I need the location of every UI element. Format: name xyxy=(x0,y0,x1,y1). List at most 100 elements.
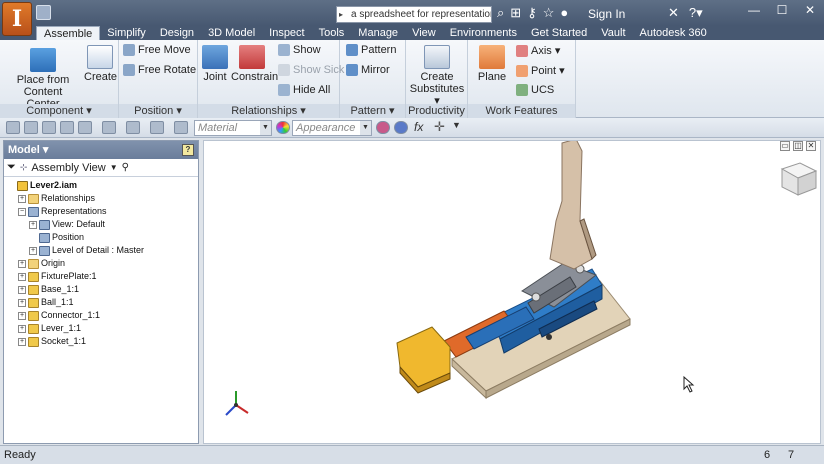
joint-button[interactable]: Joint xyxy=(200,45,230,83)
fx-button[interactable]: fx xyxy=(414,120,423,134)
expand-toggle-icon[interactable]: + xyxy=(18,194,26,203)
pattern-panel-label[interactable]: Pattern ▾ xyxy=(340,104,405,118)
material-combo[interactable]: Material ▼ xyxy=(194,120,272,136)
tab-assemble[interactable]: Assemble xyxy=(36,26,101,40)
tab-get-started[interactable]: Get Started xyxy=(524,26,594,40)
tree-item[interactable]: + Base_1:1 xyxy=(4,283,198,296)
tab-3d-model[interactable]: 3D Model xyxy=(201,26,262,40)
place-from-content-center-button[interactable]: Place from Content Center xyxy=(8,48,78,110)
browser-help-icon[interactable]: ? xyxy=(182,144,194,156)
mirror-button[interactable]: Mirror xyxy=(346,64,390,76)
undo-icon[interactable] xyxy=(60,121,74,134)
position-panel-label[interactable]: Position ▾ xyxy=(119,104,197,118)
save-icon[interactable] xyxy=(42,121,56,134)
maximize-icon[interactable]: ☐ xyxy=(768,0,796,22)
close-icon[interactable]: ✕ xyxy=(796,0,824,22)
tree-item[interactable]: + Socket_1:1 xyxy=(4,335,198,348)
axis-button[interactable]: Axis ▾ xyxy=(516,44,560,57)
ucs-button[interactable]: UCS xyxy=(516,84,554,96)
point-button[interactable]: Point ▾ xyxy=(516,64,565,77)
toolbar-overflow-icon[interactable]: ▼ xyxy=(452,120,461,130)
update-icon[interactable] xyxy=(150,121,164,134)
redo-icon[interactable] xyxy=(78,121,92,134)
create-component-button[interactable]: Create xyxy=(84,45,117,83)
component-panel-label[interactable]: Component ▾ xyxy=(0,104,118,118)
tree-item[interactable]: + Ball_1:1 xyxy=(4,296,198,309)
expand-toggle-icon[interactable]: + xyxy=(18,259,26,268)
expand-toggle-icon[interactable]: + xyxy=(18,272,26,281)
tab-view[interactable]: View xyxy=(405,26,443,40)
help-area: ✕ ?▾ xyxy=(668,5,703,21)
star-icon[interactable]: ☆ xyxy=(543,5,555,21)
mirror-icon xyxy=(346,64,358,76)
tab-manage[interactable]: Manage xyxy=(351,26,405,40)
expand-toggle-icon[interactable]: + xyxy=(18,298,26,307)
find-icon[interactable]: ⚲ xyxy=(122,162,129,173)
appearance-combo[interactable]: Appearance ▼ xyxy=(292,120,372,136)
create-substitutes-button[interactable]: Create Substitutes ▾ xyxy=(408,45,466,107)
tab-inspect[interactable]: Inspect xyxy=(262,26,311,40)
tab-design[interactable]: Design xyxy=(153,26,201,40)
show-sick-button[interactable]: Show Sick xyxy=(278,64,344,76)
hide-all-button[interactable]: Hide All xyxy=(278,84,330,96)
properties-icon[interactable] xyxy=(174,121,188,134)
show-button[interactable]: Show xyxy=(278,44,321,56)
select-icon[interactable] xyxy=(126,121,140,134)
tree-item[interactable]: + Relationships xyxy=(4,192,198,205)
user-icon[interactable]: ● xyxy=(560,5,568,21)
tree-item[interactable]: + Lever_1:1 xyxy=(4,322,198,335)
tab-tools[interactable]: Tools xyxy=(312,26,352,40)
tree-item[interactable]: + Connector_1:1 xyxy=(4,309,198,322)
crosshair-icon[interactable]: ✛ xyxy=(434,119,445,135)
assembly-view-label[interactable]: Assembly View xyxy=(31,162,105,174)
clear-icon[interactable] xyxy=(394,121,408,134)
expand-toggle-icon[interactable]: + xyxy=(18,285,26,294)
expand-toggle-icon[interactable]: + xyxy=(18,324,26,333)
tree-item[interactable]: − Representations xyxy=(4,205,198,218)
binoculars-icon[interactable]: ⌕ xyxy=(497,5,504,21)
browser-title[interactable]: Model ▾ xyxy=(8,144,48,156)
tree-item[interactable]: + Level of Detail : Master xyxy=(4,244,198,257)
open-icon[interactable] xyxy=(24,121,38,134)
print-icon[interactable] xyxy=(102,121,116,134)
exchange-icon[interactable]: ✕ xyxy=(668,5,679,21)
adjust-icon[interactable] xyxy=(376,121,390,134)
expand-toggle-icon[interactable]: + xyxy=(29,246,37,255)
free-move-button[interactable]: Free Move xyxy=(123,44,191,56)
plane-button[interactable]: Plane xyxy=(474,45,510,83)
appearance-icon[interactable] xyxy=(276,121,290,134)
lever-part[interactable] xyxy=(549,141,597,270)
tab-vault[interactable]: Vault xyxy=(594,26,632,40)
tree-item[interactable]: Position xyxy=(4,231,198,244)
relationships-panel-label[interactable]: Relationships ▾ xyxy=(198,104,339,118)
part-icon xyxy=(28,336,39,347)
search-input[interactable]: ▸ a spreadsheet for representations xyxy=(336,6,492,23)
tab-simplify[interactable]: Simplify xyxy=(100,26,153,40)
sign-in-link[interactable]: Sign In xyxy=(588,7,625,21)
expand-toggle-icon[interactable]: + xyxy=(18,311,26,320)
expand-toggle-icon[interactable]: + xyxy=(18,337,26,346)
filter-icon[interactable]: ⏷ xyxy=(7,161,16,174)
chevron-down-icon[interactable]: ▼ xyxy=(110,163,118,172)
tab-environments[interactable]: Environments xyxy=(443,26,524,40)
tree-item[interactable]: + View: Default xyxy=(4,218,198,231)
new-file-icon[interactable] xyxy=(6,121,20,134)
viewcube[interactable] xyxy=(780,162,818,196)
expand-toggle-icon[interactable]: − xyxy=(18,207,26,216)
application-menu-button[interactable]: I xyxy=(2,2,32,36)
pattern-button[interactable]: Pattern xyxy=(346,44,396,56)
graphics-window[interactable]: ▭ ◫ ✕ xyxy=(203,140,821,444)
tree-item[interactable]: + Origin xyxy=(4,257,198,270)
tree-item[interactable]: Lever2.iam xyxy=(4,179,198,192)
tab-autodesk-360[interactable]: Autodesk 360 xyxy=(633,26,714,40)
key-icon[interactable]: ⚷ xyxy=(527,5,537,21)
subscription-icon[interactable]: ⊞ xyxy=(510,5,521,21)
constrain-button[interactable]: Constrain xyxy=(231,45,278,83)
model-canvas[interactable] xyxy=(204,141,822,445)
handle-pad[interactable] xyxy=(396,326,451,394)
help-icon[interactable]: ?▾ xyxy=(689,5,703,21)
expand-toggle-icon[interactable]: + xyxy=(29,220,37,229)
tree-item[interactable]: + FixturePlate:1 xyxy=(4,270,198,283)
free-rotate-button[interactable]: Free Rotate xyxy=(123,64,196,76)
minimize-icon[interactable]: — xyxy=(740,0,768,22)
